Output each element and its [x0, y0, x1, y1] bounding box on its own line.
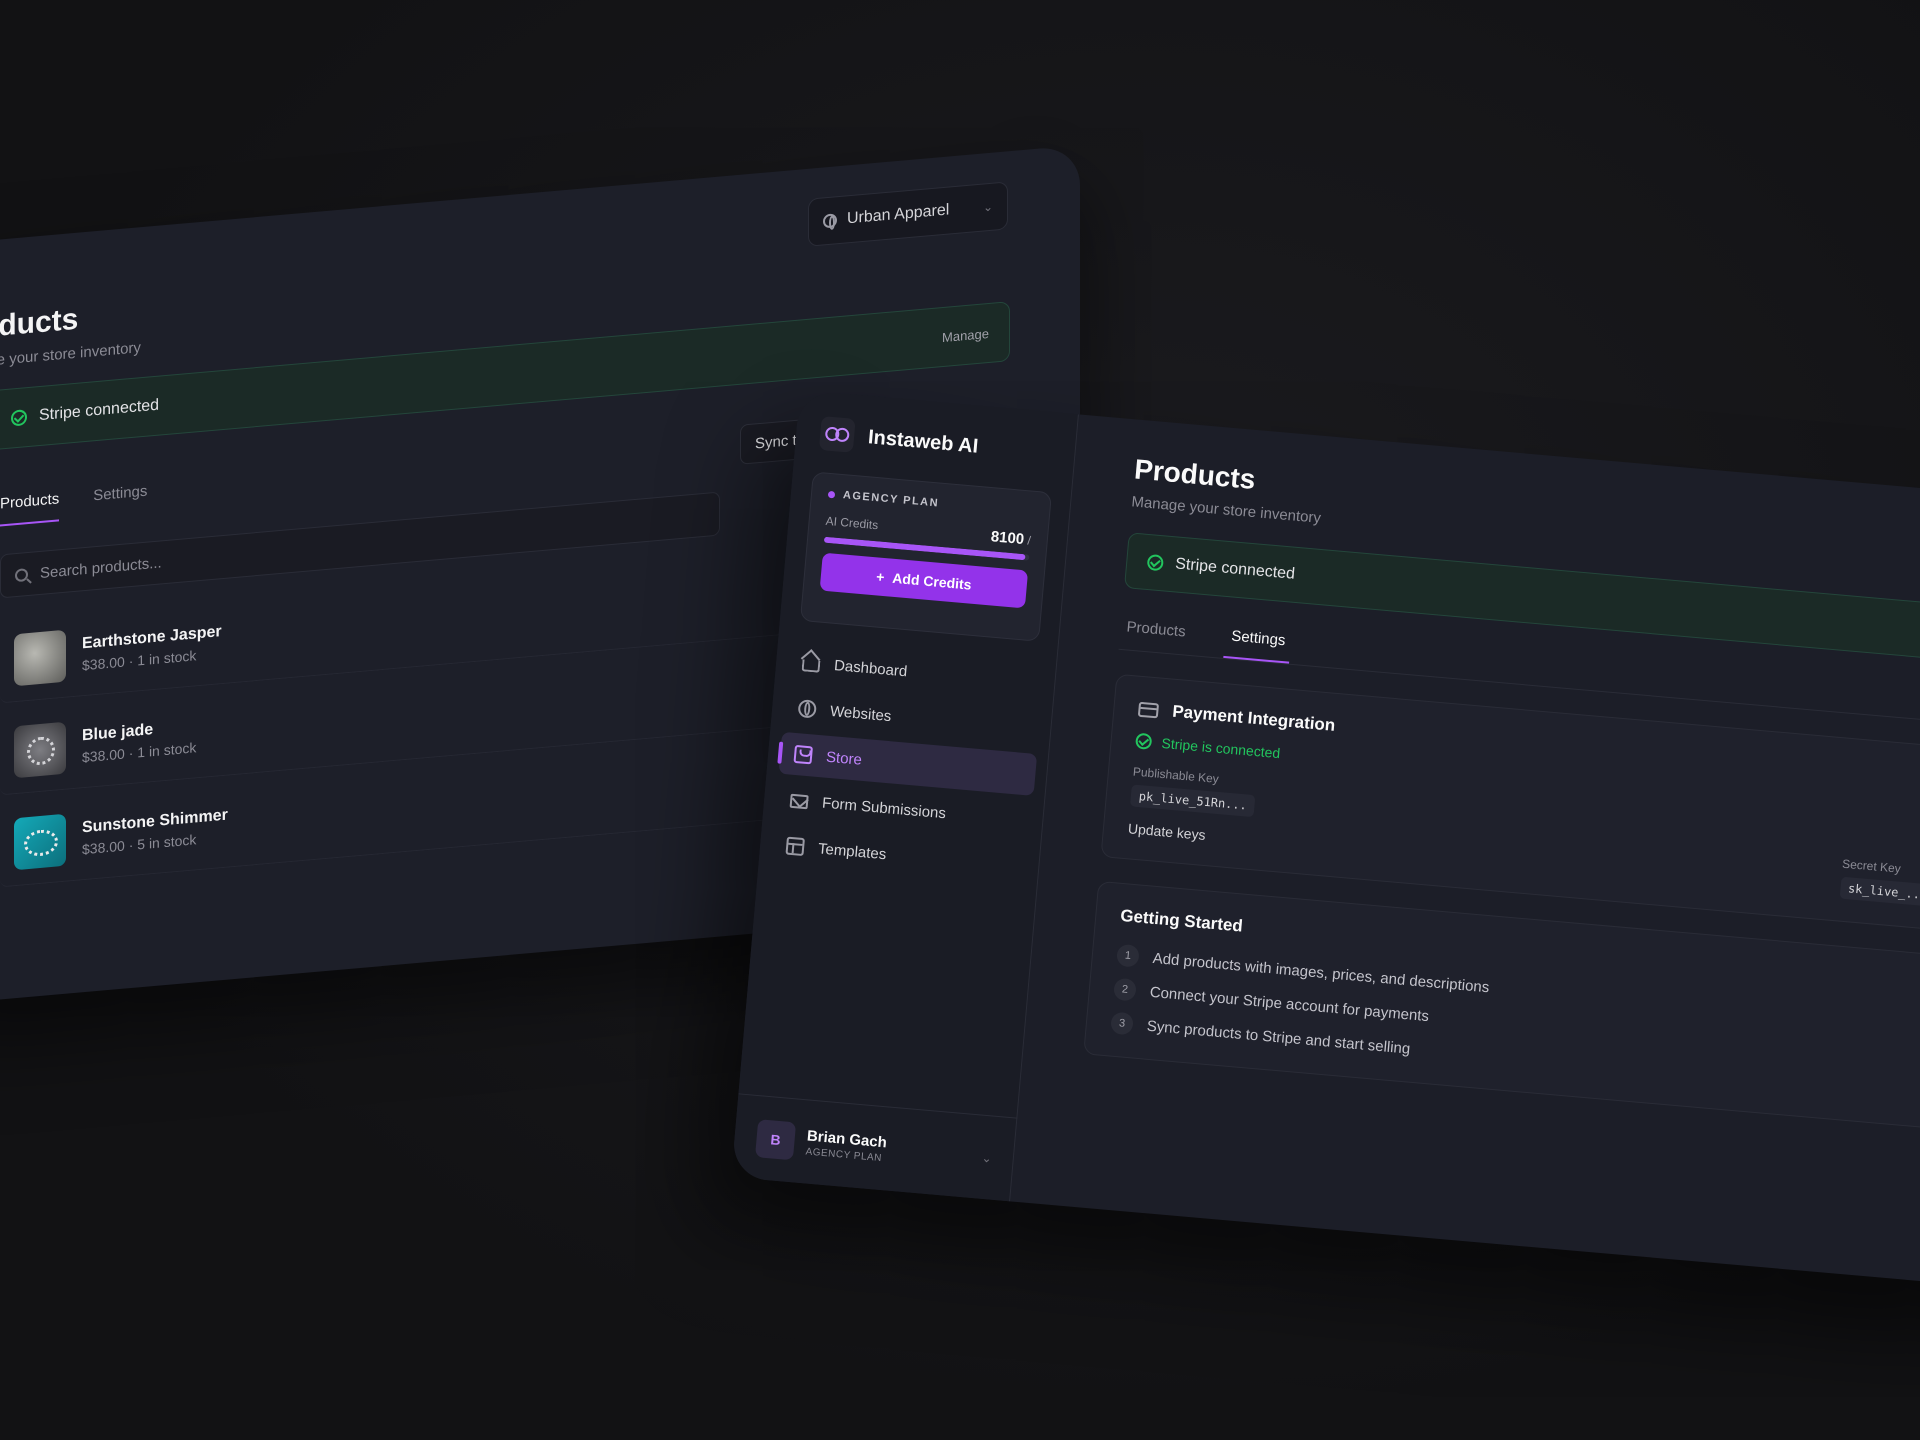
step-number: 1 [1116, 943, 1140, 968]
sidebar-nav: Dashboard Websites Store Form Submission… [770, 640, 1045, 891]
keys-row: Publishable Key pk_live_51Rn... Update k… [1127, 765, 1920, 913]
main-content: Products Manage your store inventory Str… [1010, 414, 1920, 1290]
product-thumbnail [14, 721, 66, 778]
sidebar-item-label: Templates [817, 839, 887, 863]
stripe-status-text: Stripe connected [39, 396, 160, 425]
site-selector[interactable]: Urban Apparel ⌄ [808, 181, 1008, 247]
sidebar-item-label: Store [825, 748, 863, 769]
tab-settings[interactable]: Settings [1223, 627, 1293, 664]
plan-name: AGENCY PLAN [842, 489, 940, 510]
publishable-key-value: pk_live_51Rn... [1129, 784, 1256, 818]
product-thumbnail [14, 813, 66, 870]
page-title: oducts [0, 302, 79, 345]
manage-link[interactable]: Manage [942, 325, 989, 344]
globe-icon [797, 699, 817, 719]
credits-value: 8100 [990, 528, 1025, 549]
credits-suffix: / [1026, 533, 1032, 548]
globe-icon [823, 213, 837, 229]
step-text: Sync products to Stripe and start sellin… [1146, 1017, 1411, 1058]
sidebar-item-label: Websites [829, 702, 893, 725]
stripe-status-text: Stripe connected [1174, 555, 1296, 583]
brand-name: Instaweb AI [867, 425, 980, 458]
tab-bar: Products Settings [0, 483, 147, 527]
shopping-bag-icon [793, 744, 813, 765]
step-number: 2 [1113, 977, 1137, 1002]
plan-dot-icon [827, 490, 836, 498]
check-circle-icon [11, 409, 27, 427]
layout-icon [785, 836, 805, 857]
step-number: 3 [1110, 1011, 1134, 1036]
sidebar-item-label: Dashboard [833, 656, 909, 680]
sidebar-item-label: Form Submissions [821, 794, 947, 822]
publishable-key-group: Publishable Key pk_live_51Rn... Update k… [1127, 765, 1257, 848]
product-thumbnail [14, 629, 66, 686]
store-settings-window: Instaweb AI AGENCY PLAN AI Credits 8100 … [731, 390, 1920, 1291]
update-keys-link[interactable]: Update keys [1127, 820, 1252, 847]
chevron-down-icon: ⌄ [982, 199, 993, 215]
tab-products[interactable]: Products [0, 490, 60, 527]
credit-card-icon [1137, 701, 1160, 718]
connected-text: Stripe is connected [1160, 734, 1281, 762]
check-circle-icon [1146, 553, 1164, 572]
site-selector-label: Urban Apparel [847, 201, 950, 228]
plan-card: AGENCY PLAN AI Credits 8100 / + Add Cred… [799, 471, 1053, 642]
avatar: B [755, 1118, 797, 1160]
card-title: Payment Integration [1171, 701, 1337, 735]
credits-label: AI Credits [825, 513, 879, 533]
page-subtitle: age your store inventory [0, 339, 141, 371]
logo-icon [818, 416, 856, 453]
secret-key-group: Secret Key sk_live_... [1839, 857, 1920, 907]
add-credits-label: Add Credits [891, 569, 973, 593]
tab-settings[interactable]: Settings [93, 483, 147, 519]
getting-started-card: Getting Started 1 Add products with imag… [1083, 880, 1920, 1135]
plus-icon: + [875, 568, 886, 586]
plan-label: AGENCY PLAN [827, 488, 1034, 518]
chevron-down-icon: ⌄ [981, 1150, 993, 1166]
tab-products[interactable]: Products [1119, 618, 1193, 655]
secret-key-value: sk_live_... [1839, 876, 1920, 907]
search-icon [15, 567, 28, 582]
check-circle-icon [1135, 732, 1153, 750]
mail-icon [789, 793, 809, 810]
add-credits-button[interactable]: + Add Credits [819, 552, 1029, 609]
secret-key-label: Secret Key [1841, 856, 1902, 876]
brand[interactable]: Instaweb AI [818, 416, 980, 464]
home-icon [801, 659, 821, 673]
